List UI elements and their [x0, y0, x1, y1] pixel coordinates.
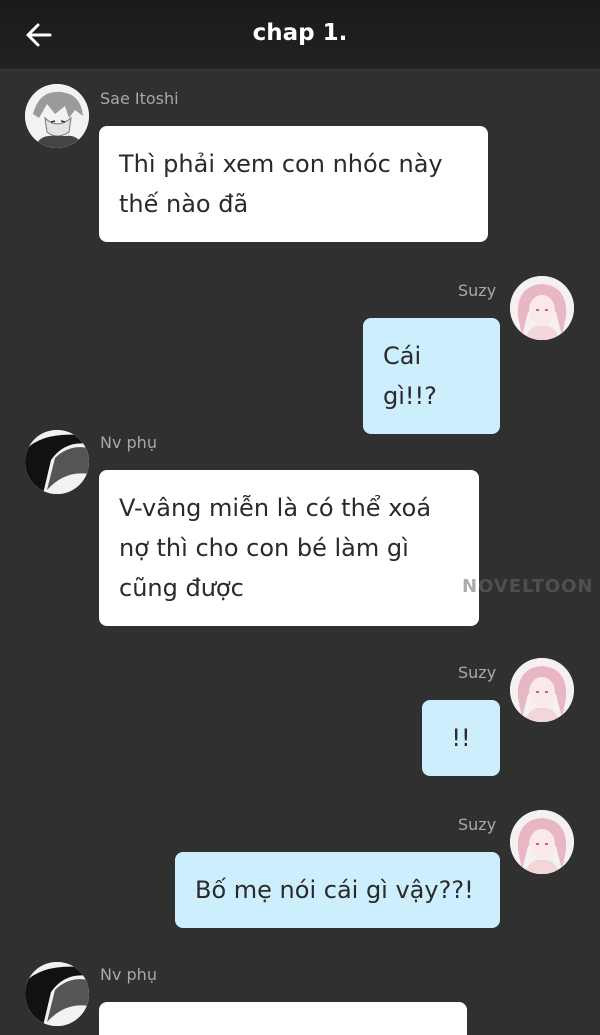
sender-name: Suzy — [458, 281, 497, 300]
message-row: Suzy Cái gì!!? — [0, 274, 600, 434]
chapter-title: chap 1. — [252, 20, 348, 46]
message-row: Nv phụ V-vâng miễn là có thể xoá nợ thì … — [0, 428, 600, 628]
top-bar: chap 1. — [0, 0, 600, 70]
message-row: Suzy !! — [0, 656, 600, 781]
message-bubble[interactable] — [99, 1002, 467, 1035]
message-bubble[interactable]: Cái gì!!? — [363, 318, 500, 434]
sae-itoshi-avatar[interactable] — [25, 84, 89, 148]
message-bubble[interactable]: !! — [422, 700, 500, 776]
message-row: Suzy Bố mẹ nói cái gì vậy??! — [0, 808, 600, 933]
sender-name: Sae Itoshi — [100, 89, 179, 108]
suzy-avatar[interactable] — [510, 276, 574, 340]
message-bubble[interactable]: Thì phải xem con nhóc này thế nào đã — [99, 126, 488, 242]
nv-phu-avatar[interactable] — [25, 962, 89, 1026]
suzy-avatar[interactable] — [510, 810, 574, 874]
sender-name: Nv phụ — [100, 433, 157, 452]
sender-name: Nv phụ — [100, 965, 157, 984]
message-bubble[interactable]: Bố mẹ nói cái gì vậy??! — [175, 852, 500, 928]
watermark: NOVELTOON — [462, 576, 594, 597]
chat-screen: chap 1. Sae Itoshi Thì phải xem con nhóc… — [0, 0, 600, 1035]
suzy-avatar[interactable] — [510, 658, 574, 722]
sender-name: Suzy — [458, 815, 497, 834]
sender-name: Suzy — [458, 663, 497, 682]
message-row: Nv phụ — [0, 960, 600, 1035]
message-row: Sae Itoshi Thì phải xem con nhóc này thế… — [0, 82, 600, 252]
message-bubble[interactable]: V-vâng miễn là có thể xoá nợ thì cho con… — [99, 470, 479, 626]
nv-phu-avatar[interactable] — [25, 430, 89, 494]
